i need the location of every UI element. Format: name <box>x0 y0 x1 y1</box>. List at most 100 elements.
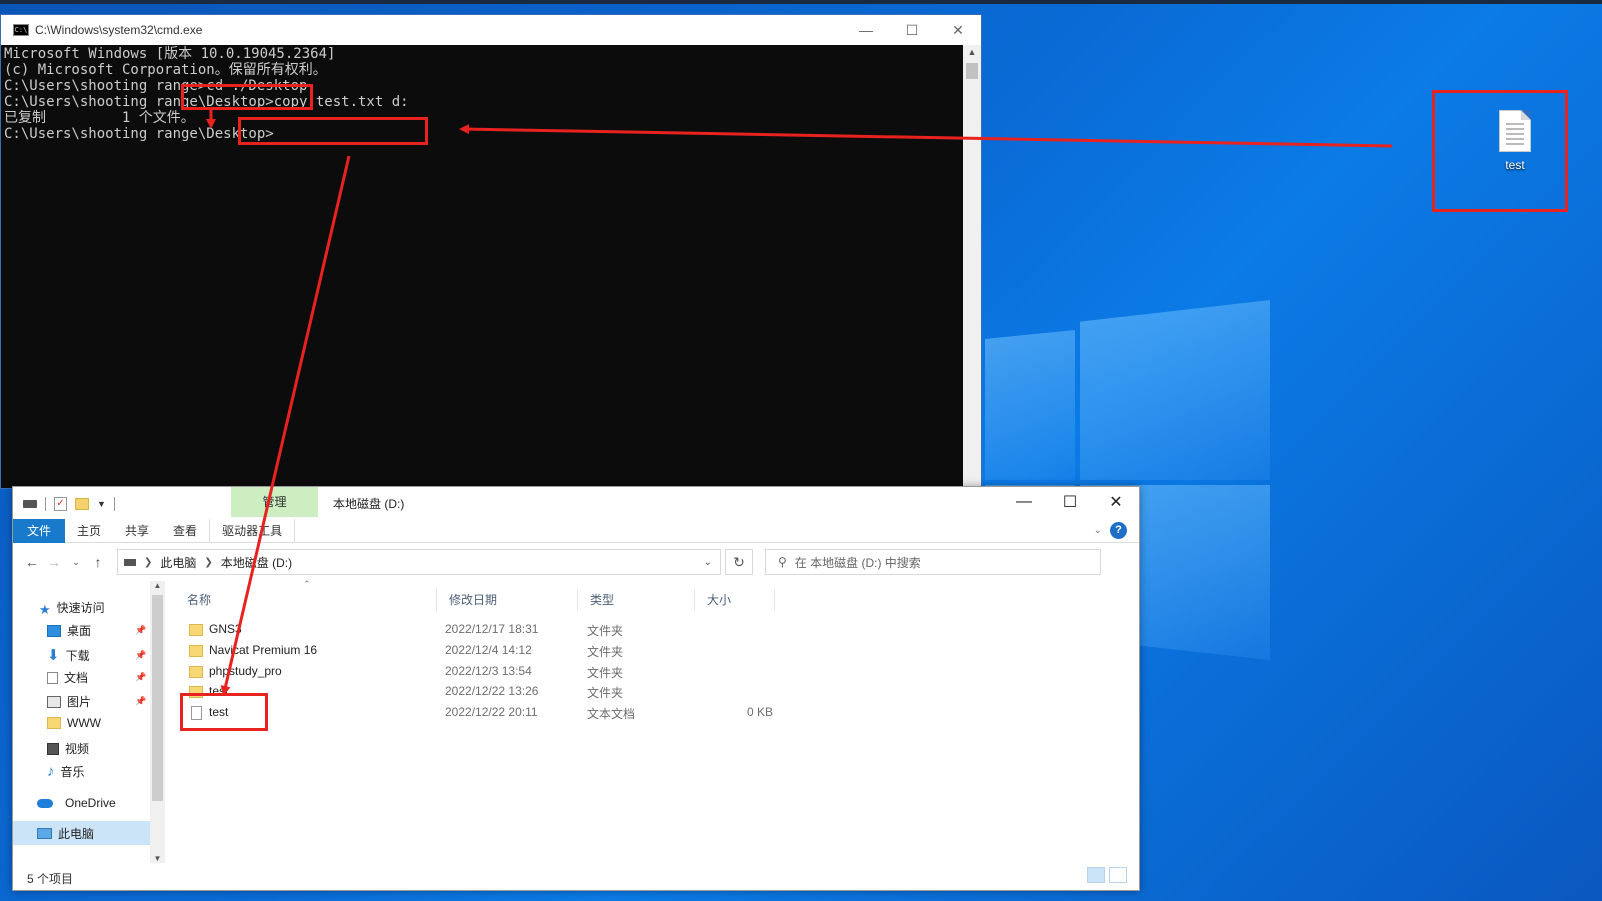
table-row[interactable]: GNS3 2022/12/17 18:31 文件夹 <box>175 619 815 639</box>
file-explorer-window[interactable]: ✓ ▼ 管理 本地磁盘 (D:) — ☐ ✕ 文件 主页 共享 查看 驱动器工具… <box>12 486 1140 891</box>
table-row[interactable]: test 2022/12/22 13:26 文件夹 <box>175 681 815 701</box>
file-date: 2022/12/17 18:31 <box>445 622 539 636</box>
column-header-name[interactable]: 名称 <box>175 589 437 611</box>
address-dropdown-icon[interactable]: ⌄ <box>704 557 712 568</box>
console-line: Microsoft Windows [版本 10.0.19045.2364] <box>4 46 336 62</box>
tab-manage[interactable]: 管理 <box>231 487 318 517</box>
folder-icon <box>189 643 203 657</box>
quick-access-toolbar: ✓ ▼ <box>13 489 115 519</box>
chevron-right-icon[interactable]: ❯ <box>144 557 152 568</box>
cmd-scrollbar[interactable]: ▲ <box>963 45 981 488</box>
column-header-type[interactable]: 类型 <box>578 589 695 611</box>
file-type: 文件夹 <box>587 666 624 680</box>
breadcrumb-drive-d[interactable]: 本地磁盘 (D:) <box>221 554 292 571</box>
sidebar-item-videos[interactable]: 视频 <box>47 740 89 757</box>
sidebar-item-quick-access[interactable]: ★ 快速访问 <box>39 599 105 617</box>
tab-home[interactable]: 主页 <box>65 519 113 543</box>
minimize-button[interactable]: — <box>843 15 889 45</box>
sidebar-item-pictures[interactable]: 图片 📌 <box>47 693 161 710</box>
cmd-app-icon: C:\ <box>13 24 29 36</box>
file-date: 2022/12/22 13:26 <box>445 684 539 698</box>
download-arrow-icon: ⬇ <box>47 647 60 664</box>
annotation-box-copied-file <box>180 693 268 731</box>
tab-drive-tools[interactable]: 驱动器工具 <box>209 518 296 543</box>
pin-icon[interactable]: 📌 <box>135 625 146 636</box>
ribbon-tabs: 文件 主页 共享 查看 驱动器工具 ⌄ ? <box>13 518 1139 543</box>
console-output[interactable]: Microsoft Windows [版本 10.0.19045.2364] (c… <box>1 45 963 488</box>
close-button[interactable]: ✕ <box>1093 487 1139 517</box>
back-arrow-icon[interactable]: ← <box>21 554 43 570</box>
chevron-down-icon[interactable]: ⌄ <box>1094 525 1102 536</box>
sidebar-item-label: 桌面 <box>67 624 92 638</box>
cmd-window[interactable]: C:\ C:\Windows\system32\cmd.exe — ☐ ✕ Mi… <box>0 14 982 489</box>
console-line: C:\Users\shooting range>cd ./Desktop <box>4 78 308 94</box>
minimize-button[interactable]: — <box>1001 487 1047 517</box>
search-input[interactable]: ⚲ 在 本地磁盘 (D:) 中搜索 <box>765 549 1101 575</box>
help-icon[interactable]: ? <box>1110 522 1127 539</box>
annotation-box-desktop-file <box>1432 90 1568 212</box>
search-placeholder: 在 本地磁盘 (D:) 中搜索 <box>794 555 921 570</box>
tab-share[interactable]: 共享 <box>113 519 161 543</box>
divider <box>45 497 46 511</box>
folder-icon <box>189 664 203 678</box>
forward-arrow-icon[interactable]: → <box>43 554 65 570</box>
cmd-titlebar[interactable]: C:\ C:\Windows\system32\cmd.exe — ☐ ✕ <box>1 15 981 45</box>
sidebar-item-this-pc[interactable]: 此电脑 <box>13 821 150 845</box>
console-line: C:\Users\shooting range\Desktop> <box>4 126 274 142</box>
sidebar-item-label: 图片 <box>67 695 92 709</box>
pictures-icon <box>47 695 61 708</box>
drive-icon <box>124 558 136 566</box>
annotation-box-cd <box>181 84 313 110</box>
sidebar-item-www[interactable]: WWW <box>47 716 101 730</box>
maximize-button[interactable]: ☐ <box>1047 487 1093 517</box>
file-type: 文件夹 <box>587 686 624 700</box>
pin-icon[interactable]: 📌 <box>135 650 146 661</box>
sidebar-item-desktop[interactable]: 桌面 📌 <box>47 622 161 639</box>
sidebar-item-onedrive[interactable]: OneDrive <box>37 796 116 810</box>
file-type: 文件夹 <box>587 624 624 638</box>
up-arrow-icon[interactable]: ↑ <box>87 554 109 570</box>
properties-icon[interactable]: ✓ <box>54 497 67 511</box>
pin-icon[interactable]: 📌 <box>135 672 146 683</box>
scroll-thumb[interactable] <box>966 63 978 79</box>
file-name: GNS3 <box>209 622 242 636</box>
details-view-icon[interactable] <box>1087 867 1105 883</box>
recent-locations-icon[interactable]: ⌄ <box>65 557 87 568</box>
pin-icon[interactable]: 📌 <box>135 696 146 707</box>
customize-toolbar-icon[interactable]: ▼ <box>97 499 106 509</box>
sidebar-item-label: 此电脑 <box>58 826 95 841</box>
scroll-thumb[interactable] <box>152 595 163 801</box>
maximize-button[interactable]: ☐ <box>889 15 935 45</box>
explorer-titlebar[interactable]: ✓ ▼ 管理 本地磁盘 (D:) — ☐ ✕ <box>13 487 1139 519</box>
chevron-right-icon[interactable]: ❯ <box>204 557 212 568</box>
music-note-icon: ♪ <box>47 763 55 780</box>
desktop-top-strip <box>0 0 1602 4</box>
column-header-date[interactable]: 修改日期 <box>437 589 578 611</box>
large-icons-view-icon[interactable] <box>1109 867 1127 883</box>
table-row[interactable]: test 2022/12/22 20:11 文本文档 0 KB <box>175 702 815 722</box>
address-bar[interactable]: ❯ 此电脑 ❯ 本地磁盘 (D:) ⌄ <box>117 549 721 575</box>
close-button[interactable]: ✕ <box>935 15 981 45</box>
file-type: 文件夹 <box>587 645 624 659</box>
explorer-window-title: 本地磁盘 (D:) <box>333 497 405 511</box>
scroll-up-icon[interactable]: ▲ <box>963 47 981 57</box>
scroll-up-icon[interactable]: ▲ <box>150 581 165 590</box>
sidebar-item-music[interactable]: ♪ 音乐 <box>47 763 85 780</box>
sidebar-item-documents[interactable]: 文档 📌 <box>47 669 161 686</box>
breadcrumb-this-pc[interactable]: 此电脑 <box>160 554 196 571</box>
tab-file[interactable]: 文件 <box>13 518 66 543</box>
table-row[interactable]: Navicat Premium 16 2022/12/4 14:12 文件夹 <box>175 640 815 660</box>
computer-icon <box>37 827 52 839</box>
tab-view[interactable]: 查看 <box>161 519 209 543</box>
refresh-button[interactable]: ↻ <box>725 549 753 575</box>
sidebar-item-downloads[interactable]: ⬇ 下载 📌 <box>47 646 161 664</box>
windows-logo-pane <box>1080 300 1270 480</box>
nav-scrollbar[interactable]: ▲ ▼ <box>150 581 165 863</box>
documents-icon <box>47 671 58 684</box>
new-folder-icon[interactable] <box>75 498 89 510</box>
table-row[interactable]: phpstudy_pro 2022/12/3 13:54 文件夹 <box>175 661 815 681</box>
sidebar-item-label: 视频 <box>65 742 90 756</box>
cloud-icon <box>37 798 53 808</box>
star-icon: ★ <box>39 601 51 617</box>
column-header-size[interactable]: 大小 <box>695 589 775 611</box>
